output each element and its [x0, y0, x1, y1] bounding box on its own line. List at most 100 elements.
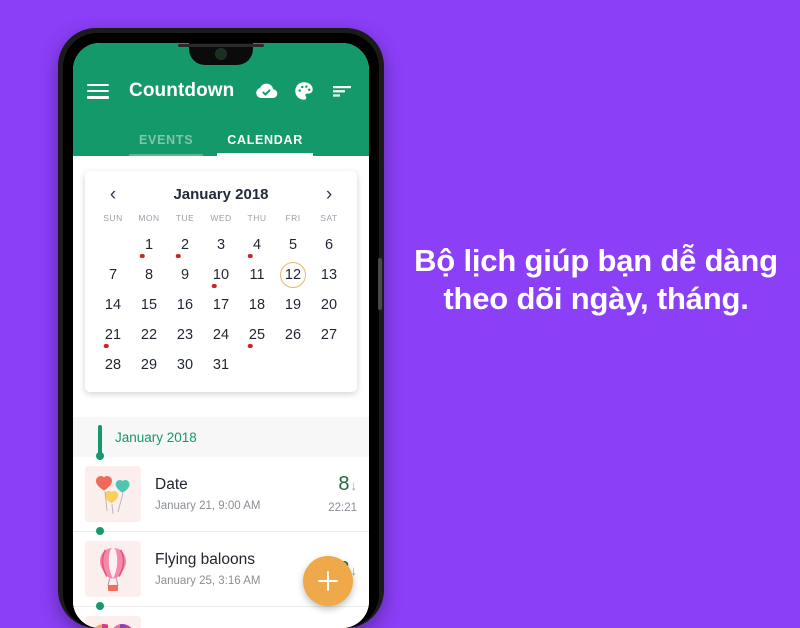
- event-text: Flying baloons January 25, 3:16 AM: [155, 551, 321, 587]
- calendar-day-27[interactable]: 27: [311, 320, 347, 350]
- calendar-day-20[interactable]: 20: [311, 290, 347, 320]
- calendar-weekday-row: SUN MON TUE WED THU FRI SAT: [95, 213, 347, 230]
- calendar-cell-empty: [311, 350, 347, 380]
- calendar-day-7[interactable]: 7: [95, 260, 131, 290]
- event-marker-dot: [247, 343, 253, 348]
- tab-bar: EVENTS CALENDAR: [73, 127, 369, 156]
- calendar-day-19[interactable]: 19: [275, 290, 311, 320]
- front-camera-icon: [215, 48, 227, 60]
- calendar-day-26[interactable]: 26: [275, 320, 311, 350]
- phone-side-button[interactable]: [378, 258, 382, 310]
- cloud-sync-icon[interactable]: [253, 78, 279, 104]
- list-month-label: January 2018: [115, 429, 197, 445]
- calendar-day-3[interactable]: 3: [203, 230, 239, 260]
- calendar-day-13[interactable]: 13: [311, 260, 347, 290]
- calendar-day-9[interactable]: 9: [167, 260, 203, 290]
- calendar-day-number: 15: [140, 297, 158, 313]
- chevron-right-icon[interactable]: ›: [320, 185, 338, 204]
- calendar-day-11[interactable]: 11: [239, 260, 275, 290]
- heart-balloons-icon: [85, 466, 141, 522]
- calendar-header: ‹ January 2018 ›: [95, 181, 347, 213]
- calendar-day-10[interactable]: 10: [203, 260, 239, 290]
- arrow-down-icon: ↓: [350, 478, 358, 493]
- calendar-day-1[interactable]: 1: [131, 230, 167, 260]
- event-marker-dot: [175, 253, 181, 258]
- calendar-weekday-sat: SAT: [320, 213, 338, 223]
- calendar-day-number: 30: [176, 357, 194, 373]
- calendar-day-8[interactable]: 8: [131, 260, 167, 290]
- calendar-weekday-wed: WED: [210, 213, 232, 223]
- calendar-week-row: 1 2 3 4 5 6: [95, 230, 347, 260]
- calendar-day-4[interactable]: 4: [239, 230, 275, 260]
- calendar-day-number: 3: [216, 237, 226, 253]
- event-countdown: 8↓ 22:21: [322, 474, 357, 514]
- calendar-day-12[interactable]: 12: [275, 260, 311, 290]
- event-marker-dot: [247, 253, 253, 258]
- calendar-weekday-tue: TUE: [175, 213, 195, 223]
- phone-screen: Countdown EVENTS CALENDAR ‹ January 2018…: [73, 43, 369, 628]
- calendar-day-number: 14: [104, 297, 122, 313]
- event-subtitle: January 25, 3:16 AM: [155, 575, 261, 587]
- calendar-day-29[interactable]: 29: [131, 350, 167, 380]
- event-time: 22:21: [328, 502, 357, 514]
- event-title: Flying baloons: [155, 551, 255, 568]
- event-subtitle: January 21, 9:00 AM: [155, 500, 261, 512]
- app-title: Countdown: [129, 80, 235, 101]
- promo-text: Bộ lịch giúp bạn dễ dàng theo dõi ngày, …: [414, 243, 778, 316]
- event-title: Date: [155, 476, 188, 493]
- chevron-left-icon[interactable]: ‹: [104, 185, 122, 204]
- calendar-week-row: 7 8 9 10 11 12 13: [95, 260, 347, 290]
- calendar-day-16[interactable]: 16: [167, 290, 203, 320]
- calendar-day-15[interactable]: 15: [131, 290, 167, 320]
- calendar-day-14[interactable]: 14: [95, 290, 131, 320]
- calendar-day-17[interactable]: 17: [203, 290, 239, 320]
- calendar-day-number: 24: [212, 327, 230, 343]
- calendar-day-number: 31: [212, 357, 230, 373]
- calendar-day-5[interactable]: 5: [275, 230, 311, 260]
- event-row[interactable]: My favorite1↑: [73, 602, 369, 628]
- calendar-week-row: 28 29 30 31: [95, 350, 347, 380]
- calendar-day-24[interactable]: 24: [203, 320, 239, 350]
- tab-events[interactable]: EVENTS: [129, 127, 204, 156]
- tab-calendar[interactable]: CALENDAR: [217, 127, 313, 156]
- timeline-node-dot: [96, 602, 104, 610]
- calendar-day-30[interactable]: 30: [167, 350, 203, 380]
- calendar-week-row: 21 22 23 24 25 26 27: [95, 320, 347, 350]
- calendar-week-row: 14 15 16 17 18 19 20: [95, 290, 347, 320]
- calendar-card: ‹ January 2018 › SUN MON TUE WED THU FRI SAT 1…: [85, 171, 357, 392]
- event-marker-dot: [211, 283, 217, 288]
- striped-heart-icon: [85, 616, 141, 628]
- calendar-day-number: 26: [284, 327, 302, 343]
- calendar-day-23[interactable]: 23: [167, 320, 203, 350]
- calendar-cell-empty: [275, 350, 311, 380]
- sort-icon[interactable]: [329, 78, 355, 104]
- calendar-day-number: 20: [320, 297, 338, 313]
- phone-device: Countdown EVENTS CALENDAR ‹ January 2018…: [58, 28, 384, 628]
- event-text: Date January 21, 9:00 AM: [155, 476, 322, 512]
- calendar-day-22[interactable]: 22: [131, 320, 167, 350]
- calendar-day-number: 16: [176, 297, 194, 313]
- calendar-day-31[interactable]: 31: [203, 350, 239, 380]
- earpiece-speaker: [178, 44, 264, 47]
- calendar-weekday-thu: THU: [247, 213, 267, 223]
- calendar-day-18[interactable]: 18: [239, 290, 275, 320]
- calendar-day-28[interactable]: 28: [95, 350, 131, 380]
- event-marker-dot: [103, 343, 109, 348]
- calendar-day-number: 6: [324, 237, 334, 253]
- calendar-day-21[interactable]: 21: [95, 320, 131, 350]
- calendar-cell-empty: [95, 230, 131, 260]
- calendar-day-2[interactable]: 2: [167, 230, 203, 260]
- timeline-node-dot: [96, 527, 104, 535]
- calendar-day-6[interactable]: 6: [311, 230, 347, 260]
- calendar-day-25[interactable]: 25: [239, 320, 275, 350]
- calendar-day-number: 1: [144, 237, 154, 253]
- calendar-day-number: 19: [284, 297, 302, 313]
- calendar-day-number: 2: [180, 237, 190, 253]
- calendar-day-number: 5: [288, 237, 298, 253]
- hamburger-menu-icon[interactable]: [87, 83, 109, 99]
- timeline-node-dot: [96, 452, 104, 460]
- hot-air-balloon-icon: [85, 541, 141, 597]
- event-row[interactable]: Date January 21, 9:00 AM 8↓ 22:21: [73, 452, 369, 532]
- add-event-fab[interactable]: [303, 556, 353, 606]
- palette-icon[interactable]: [291, 78, 317, 104]
